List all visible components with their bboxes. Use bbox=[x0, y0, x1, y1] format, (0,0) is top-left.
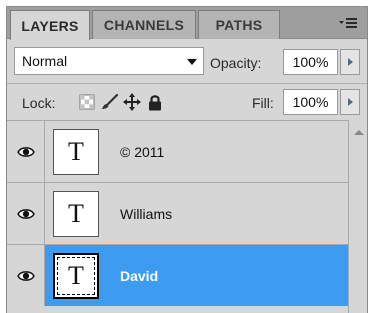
tab-channels[interactable]: CHANNELS bbox=[92, 10, 196, 39]
eye-icon bbox=[16, 270, 35, 281]
lock-all-icon[interactable] bbox=[145, 91, 165, 113]
layer-visibility-toggle[interactable] bbox=[7, 245, 45, 306]
blend-mode-value: Normal bbox=[22, 53, 68, 69]
type-layer-thumbnail[interactable]: T bbox=[53, 129, 99, 175]
chevron-right-icon bbox=[347, 98, 353, 106]
layers-scrollbar[interactable] bbox=[348, 120, 367, 313]
opacity-field[interactable]: 100% bbox=[283, 49, 338, 75]
lock-label: Lock: bbox=[22, 95, 56, 111]
eye-icon bbox=[16, 208, 35, 219]
layer-visibility-toggle[interactable] bbox=[7, 121, 45, 182]
lock-image-pixels-icon[interactable] bbox=[100, 91, 120, 113]
fill-slider-button[interactable] bbox=[340, 89, 360, 115]
layer-name[interactable]: Williams bbox=[120, 206, 172, 222]
type-layer-thumbnail[interactable]: T bbox=[53, 191, 99, 237]
panel-menu-icon[interactable] bbox=[337, 14, 359, 32]
blend-mode-select[interactable]: Normal bbox=[14, 47, 204, 75]
layer-row-selected[interactable]: T David bbox=[7, 244, 348, 306]
fill-label: Fill: bbox=[252, 95, 274, 111]
tab-paths[interactable]: PATHS bbox=[198, 10, 280, 39]
layer-name[interactable]: © 2011 bbox=[120, 144, 164, 160]
lock-position-icon[interactable] bbox=[122, 91, 142, 113]
tab-layers[interactable]: LAYERS bbox=[10, 10, 90, 40]
blend-opacity-row: Normal Opacity: 100% bbox=[7, 45, 367, 77]
scroll-up-icon[interactable] bbox=[354, 130, 364, 135]
fill-field[interactable]: 100% bbox=[283, 89, 338, 115]
chevron-right-icon bbox=[347, 58, 353, 66]
layers-list: T © 2011 T Williams T David bbox=[7, 120, 348, 313]
opacity-slider-button[interactable] bbox=[340, 49, 360, 75]
panel-tab-bar: LAYERS CHANNELS PATHS bbox=[7, 7, 367, 40]
type-layer-thumbnail[interactable]: T bbox=[53, 253, 99, 299]
layers-panel: LAYERS CHANNELS PATHS Normal Opacity: 10… bbox=[6, 6, 368, 313]
layer-name[interactable]: David bbox=[120, 268, 158, 284]
chevron-down-icon bbox=[187, 59, 197, 65]
layer-row[interactable]: T © 2011 bbox=[7, 120, 348, 182]
lock-transparent-pixels-icon[interactable] bbox=[77, 91, 97, 113]
eye-icon bbox=[16, 146, 35, 157]
layer-visibility-toggle[interactable] bbox=[7, 183, 45, 244]
divider bbox=[7, 83, 367, 84]
opacity-label: Opacity: bbox=[210, 55, 262, 71]
layer-row[interactable]: T Williams bbox=[7, 182, 348, 244]
